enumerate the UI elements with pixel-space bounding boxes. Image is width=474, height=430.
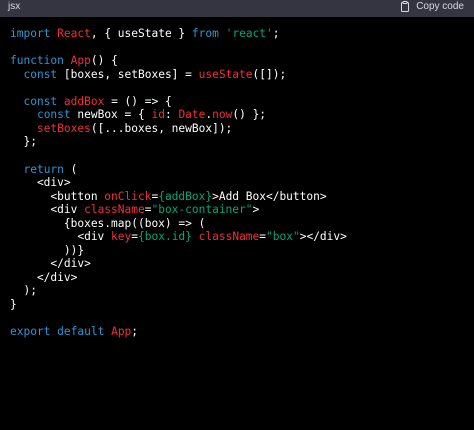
code-line: function App() { [10, 54, 118, 67]
code-token: onClick [104, 189, 152, 203]
code-token: {boxes.map((box) => ( [10, 216, 206, 230]
code-token: = () => { [104, 94, 172, 108]
code-token: {addBox} [158, 189, 213, 203]
code-token: ([]); [252, 67, 287, 81]
code-line: </div> [10, 257, 91, 271]
code-line: const [boxes, setBoxes] = useState([]); [10, 68, 286, 81]
code-token: </div> [10, 257, 91, 271]
code-token: >Add Box</button> [212, 189, 327, 203]
code-token: ); [10, 284, 37, 298]
code-line: <div className="box-container"> [10, 203, 259, 216]
code-token: return [23, 162, 64, 176]
code-line: <button onClick={addBox}>Add Box</button… [10, 189, 327, 203]
code-token: </div> [10, 270, 78, 284]
code-token: 'react' [225, 27, 273, 40]
code-line: return ( [10, 163, 77, 176]
code-token: const [23, 94, 58, 108]
copy-code-label: Copy code [416, 1, 464, 12]
code-token: addBox [63, 94, 105, 108]
code-line: }; [10, 135, 37, 149]
code-token: : [164, 108, 179, 122]
code-token: const [23, 67, 58, 81]
code-token: ></div> [299, 230, 347, 244]
code-line: setBoxes([...boxes, newBox]); [10, 122, 232, 135]
code-token: key [111, 230, 132, 244]
code-token: id [151, 108, 165, 122]
copy-code-button[interactable]: Copy code [400, 1, 464, 12]
code-token: React [57, 27, 91, 40]
code-line: <div> [10, 176, 71, 189]
code-line: ); [10, 284, 37, 298]
code-line: const addBox = () => { [10, 94, 172, 108]
clipboard-icon [400, 1, 410, 12]
code-token: <button [10, 189, 105, 203]
code-token: [boxes, setBoxes] = [57, 67, 199, 81]
code-token: newBox = { [70, 108, 152, 122]
code-token: ))} [10, 243, 85, 257]
code-token: } [10, 298, 17, 311]
code-token: "box" [266, 230, 300, 244]
code-token: className [198, 230, 260, 244]
code-token: <div [10, 203, 85, 217]
code-token: > [252, 203, 260, 217]
code-line: import React, { useState } from 'react'; [10, 27, 280, 40]
code-token: ( [63, 162, 78, 176]
code-token: default [57, 325, 105, 339]
code-token: App [70, 54, 91, 68]
code-token: }; [10, 135, 37, 149]
code-token: from [191, 27, 219, 40]
code-token: const [36, 108, 71, 122]
language-label: jsx [8, 1, 21, 12]
code-line: {boxes.map((box) => ( [10, 217, 205, 230]
code-area: import React, { useState } from 'react';… [0, 17, 474, 430]
code-token: Date [178, 108, 206, 122]
code-token: () { [90, 54, 118, 68]
code-token: setBoxes [36, 121, 91, 135]
code-line: } [10, 298, 17, 311]
code-token: = [131, 230, 139, 244]
code-token: useState [198, 67, 253, 81]
code-line: </div> [10, 271, 77, 284]
code-token: now [212, 108, 233, 122]
code-token: "box-container" [151, 203, 253, 217]
code-token: ; [272, 27, 280, 40]
code-token: , { useState } [90, 27, 192, 40]
code-token: () }; [232, 108, 267, 122]
code-token: function [10, 54, 64, 68]
code-block-header: jsx Copy code [0, 0, 474, 17]
code-token: <div [10, 230, 112, 244]
code-token: ([...boxes, newBox]); [90, 121, 233, 135]
code-token: export [10, 325, 51, 339]
code-token: className [84, 203, 145, 217]
code-token: App [111, 325, 132, 339]
code-token: ; [131, 325, 139, 339]
code-line: ))} [10, 244, 84, 257]
code-token: <div> [10, 176, 71, 190]
code-line: const newBox = { id: Date.now() }; [10, 108, 266, 121]
code-token: import [10, 27, 51, 40]
code-token: {box.id} [138, 230, 192, 244]
code-line: export default App; [10, 325, 138, 338]
code-line: <div key={box.id} className="box"></div> [10, 230, 347, 243]
